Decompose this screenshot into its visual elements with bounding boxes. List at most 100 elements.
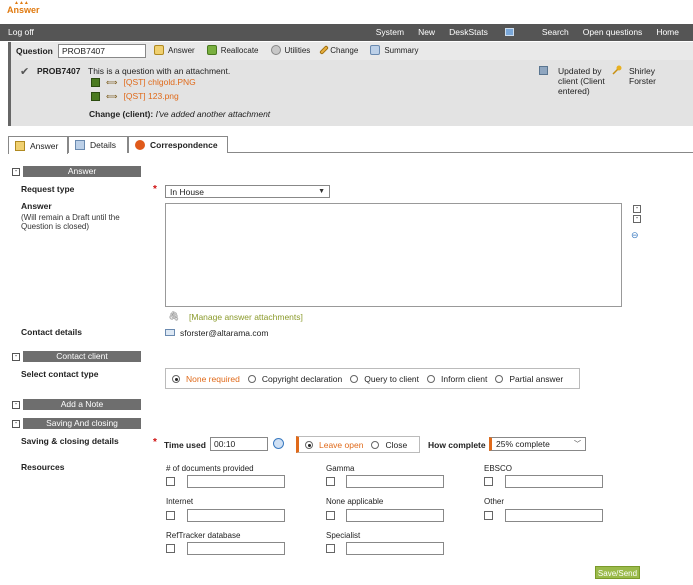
tab-answer[interactable]: Answer [8, 136, 68, 154]
tool-change[interactable]: Change [319, 45, 359, 55]
how-complete-select[interactable]: 25% complete ﹀ [489, 437, 586, 451]
request-type-select[interactable]: In House ▼ [165, 185, 330, 198]
section-title: Answer [23, 166, 141, 177]
clock-icon[interactable] [273, 438, 284, 449]
radio-dot [371, 440, 380, 449]
resource-input[interactable] [505, 509, 603, 522]
question-id-input[interactable]: PROB7407 [58, 44, 146, 58]
attachment-link[interactable]: [QST] 123.png [123, 91, 178, 101]
collapse-icon[interactable]: - [633, 215, 641, 223]
tab-details[interactable]: Details [68, 136, 128, 153]
edit-attachment-icon[interactable] [91, 77, 100, 87]
spellcheck-icon[interactable]: ⊖ [631, 230, 639, 241]
nav-deskstats[interactable]: DeskStats [449, 27, 528, 37]
edit-attachment-icon[interactable] [91, 91, 100, 101]
tool-reallocate-label: Reallocate [220, 45, 259, 55]
radio-query-to-client[interactable]: Query to client [350, 374, 419, 384]
expand-toggle-icon[interactable]: - [12, 400, 20, 409]
resource-checkbox[interactable] [166, 511, 175, 520]
contact-type-label: Select contact type [21, 369, 99, 379]
tab-correspondence[interactable]: Correspondence [128, 136, 228, 153]
radio-label: Query to client [364, 373, 420, 384]
view-attachment-icon[interactable]: ⟺ [106, 78, 117, 87]
logoff-link[interactable]: Log off [8, 27, 34, 37]
logo-text: Answer [7, 5, 40, 15]
app-logo: ▲▲▲ Answer [5, 0, 45, 16]
resource-input[interactable] [187, 542, 285, 555]
contact-type-group: None required Copyright declaration Quer… [165, 368, 580, 389]
saving-section-header[interactable]: - Saving And closing [12, 418, 141, 429]
updated-by-text: Updated by client (Client entered) [558, 66, 605, 96]
resource-input[interactable] [346, 542, 444, 555]
radio-copyright-declaration[interactable]: Copyright declaration [247, 373, 343, 384]
top-nav-bar: Log off System New DeskStats Search Open… [0, 24, 693, 41]
contact-email: sforster@altarama.com [180, 328, 269, 338]
resource-label: Gamma [326, 464, 355, 473]
how-complete-label: How complete [428, 440, 486, 450]
nav-system[interactable]: System [376, 27, 404, 37]
attachment-link[interactable]: [QST] chlgold.PNG [123, 77, 195, 87]
radio-label: Close [385, 439, 408, 450]
paperclip-icon: 🖇 [168, 311, 180, 321]
resource-input[interactable] [187, 475, 285, 488]
radio-leave-open[interactable]: Leave open [305, 440, 363, 450]
radio-label: Copyright declaration [261, 373, 343, 384]
nav-open-questions[interactable]: Open questions [583, 27, 643, 37]
resource-checkbox[interactable] [484, 511, 493, 520]
resource-label: Other [484, 497, 505, 506]
tool-answer[interactable]: Answer [154, 45, 195, 55]
nav-home[interactable]: Home [656, 27, 679, 37]
add-note-section-header[interactable]: - Add a Note [12, 399, 141, 410]
resource-checkbox[interactable] [326, 477, 335, 486]
radio-dot [305, 440, 313, 449]
deskstats-icon [504, 28, 514, 36]
view-attachment-icon[interactable]: ⟺ [106, 92, 117, 101]
tool-utilities[interactable]: Utilities [270, 45, 311, 55]
radio-partial-answer[interactable]: Partial answer [495, 374, 563, 384]
answer-textarea[interactable] [165, 203, 622, 307]
answer-label: Answer [21, 201, 52, 211]
answer-section-header[interactable]: - Answer [12, 166, 141, 177]
collapse-toggle-icon[interactable]: - [12, 352, 20, 361]
tab-answer-label: Answer [30, 140, 59, 151]
section-title: Add a Note [23, 399, 141, 410]
required-asterisk: * [153, 437, 157, 448]
resource-label: None applicable [326, 497, 384, 506]
save-send-button[interactable]: Save/Send [595, 566, 640, 579]
manage-attachments-link[interactable]: [Manage answer attachments] [189, 312, 303, 322]
collapse-toggle-icon[interactable]: - [12, 167, 20, 176]
contact-client-section-header[interactable]: - Contact client [12, 351, 141, 362]
tool-reallocate[interactable]: Reallocate [206, 45, 259, 55]
resource-input[interactable] [346, 475, 444, 488]
tool-utilities-label: Utilities [284, 45, 311, 55]
radio-none-required[interactable]: None required [172, 374, 240, 384]
collapse-toggle-icon[interactable]: - [12, 419, 20, 428]
time-used-input[interactable]: 00:10 [210, 437, 268, 451]
attachment-row: ⟺ [QST] chlgold.PNG [91, 77, 196, 87]
resource-input[interactable] [187, 509, 285, 522]
radio-close[interactable]: Close [371, 440, 407, 450]
resource-label: EBSCO [484, 464, 513, 473]
resource-checkbox[interactable] [326, 544, 335, 553]
tool-summary[interactable]: Summary [370, 45, 419, 55]
resource-checkbox[interactable] [326, 511, 335, 520]
checkmark-icon: ✔ [20, 66, 30, 78]
radio-inform-client[interactable]: Inform client [427, 374, 487, 384]
top-nav-links: System New DeskStats Search Open questio… [376, 27, 693, 37]
tool-change-label: Change [330, 45, 359, 55]
resource-checkbox[interactable] [166, 477, 175, 486]
nav-search[interactable]: Search [542, 27, 569, 37]
change-note: Change (client): I've added another atta… [89, 109, 270, 119]
resource-checkbox[interactable] [166, 544, 175, 553]
nav-new[interactable]: New [418, 27, 435, 37]
request-type-label: Request type [21, 184, 75, 194]
resource-input[interactable] [505, 475, 603, 488]
details-icon [75, 140, 85, 150]
radio-label: None required [186, 373, 240, 384]
resource-input[interactable] [346, 509, 444, 522]
question-tools: Answer Reallocate Utilities Change Summa… [154, 45, 431, 55]
expand-icon[interactable]: - [633, 205, 641, 213]
resource-checkbox[interactable] [484, 477, 493, 486]
utilities-icon [270, 45, 281, 55]
tab-details-label: Details [90, 140, 116, 150]
